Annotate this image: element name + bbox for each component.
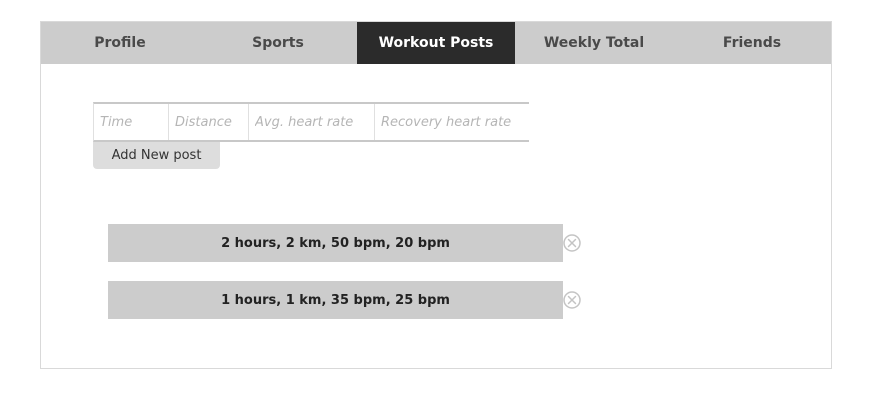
tab-weekly-total[interactable]: Weekly Total <box>515 22 673 64</box>
tab-workout-posts[interactable]: Workout Posts <box>357 22 515 64</box>
tab-friends[interactable]: Friends <box>673 22 831 64</box>
workout-post-text: 2 hours, 2 km, 50 bpm, 20 bpm <box>221 235 450 251</box>
workout-panel: Profile Sports Workout Posts Weekly Tota… <box>40 21 832 369</box>
distance-input[interactable] <box>169 104 249 140</box>
close-circle-icon[interactable] <box>563 291 581 309</box>
new-post-form <box>93 102 530 142</box>
add-new-post-button[interactable]: Add New post <box>93 142 220 169</box>
workout-post-text: 1 hours, 1 km, 35 bpm, 25 bpm <box>221 292 450 308</box>
tab-profile[interactable]: Profile <box>41 22 199 64</box>
time-input[interactable] <box>94 104 169 140</box>
workout-post: 2 hours, 2 km, 50 bpm, 20 bpm <box>108 224 563 262</box>
recovery-heart-rate-input[interactable] <box>375 104 530 140</box>
close-circle-icon[interactable] <box>563 234 581 252</box>
tab-bar: Profile Sports Workout Posts Weekly Tota… <box>41 22 831 64</box>
avg-heart-rate-input[interactable] <box>249 104 375 140</box>
workout-post: 1 hours, 1 km, 35 bpm, 25 bpm <box>108 281 563 319</box>
tab-sports[interactable]: Sports <box>199 22 357 64</box>
